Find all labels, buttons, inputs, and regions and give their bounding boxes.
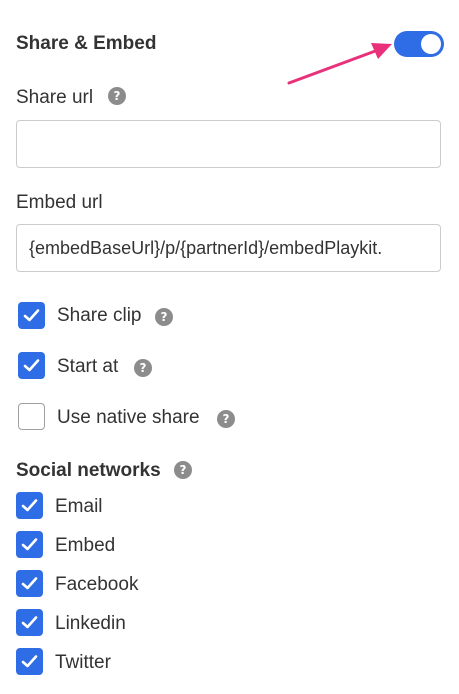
twitter-label: Twitter bbox=[55, 652, 111, 673]
help-icon[interactable]: ? bbox=[174, 461, 192, 479]
linkedin-checkbox[interactable] bbox=[16, 609, 43, 636]
linkedin-label: Linkedin bbox=[55, 613, 126, 634]
help-icon[interactable]: ? bbox=[217, 410, 235, 428]
use-native-share-label: Use native share bbox=[57, 407, 200, 428]
start-at-checkbox[interactable] bbox=[18, 352, 45, 379]
share-embed-title: Share & Embed bbox=[16, 33, 157, 54]
checkmark-icon bbox=[21, 577, 38, 590]
share-clip-checkbox[interactable] bbox=[18, 302, 45, 329]
facebook-label: Facebook bbox=[55, 574, 139, 595]
facebook-checkbox[interactable] bbox=[16, 570, 43, 597]
embed-url-label: Embed url bbox=[16, 192, 103, 213]
checkmark-icon bbox=[21, 655, 38, 668]
twitter-checkbox[interactable] bbox=[16, 648, 43, 675]
share-url-label: Share url bbox=[16, 87, 94, 108]
help-icon[interactable]: ? bbox=[108, 87, 126, 105]
email-label: Email bbox=[55, 496, 103, 517]
share-url-input[interactable] bbox=[16, 120, 441, 168]
embed-checkbox[interactable] bbox=[16, 531, 43, 558]
checkmark-icon bbox=[23, 359, 40, 372]
social-networks-title: Social networks bbox=[16, 460, 161, 481]
checkmark-icon bbox=[23, 309, 40, 322]
checkmark-icon bbox=[21, 538, 38, 551]
toggle-knob bbox=[421, 34, 441, 54]
start-at-label: Start at bbox=[57, 356, 119, 377]
share-embed-toggle[interactable] bbox=[394, 31, 444, 57]
share-clip-label: Share clip bbox=[57, 305, 142, 326]
use-native-share-checkbox[interactable] bbox=[18, 403, 45, 430]
embed-label: Embed bbox=[55, 535, 116, 556]
checkmark-icon bbox=[21, 616, 38, 629]
embed-url-input[interactable] bbox=[16, 224, 441, 272]
help-icon[interactable]: ? bbox=[155, 308, 173, 326]
email-checkbox[interactable] bbox=[16, 492, 43, 519]
help-icon[interactable]: ? bbox=[134, 359, 152, 377]
checkmark-icon bbox=[21, 499, 38, 512]
